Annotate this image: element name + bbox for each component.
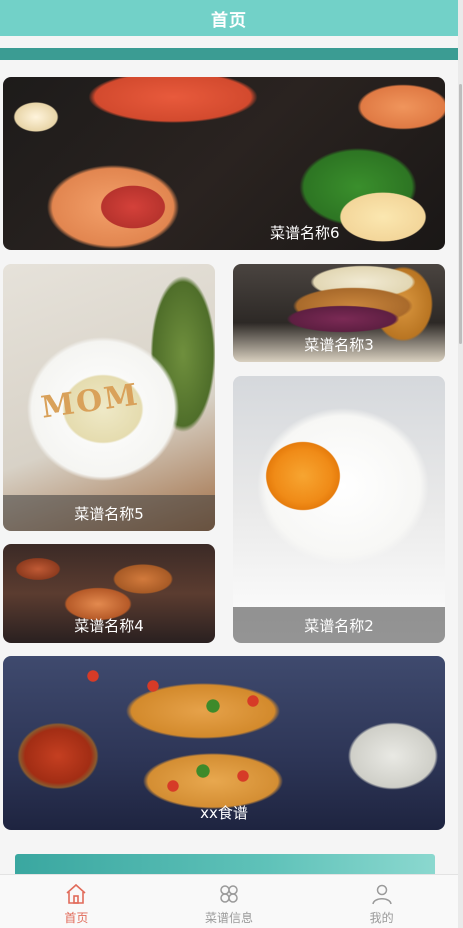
recipe-name: 菜谱名称6 xyxy=(270,223,340,242)
recipe-card-label: 菜谱名称4 xyxy=(3,607,215,643)
tab-label: 首页 xyxy=(64,911,89,925)
tab-recipe-info[interactable]: 菜谱信息 xyxy=(153,875,306,928)
recipe-name: xx食谱 xyxy=(200,803,248,822)
tab-label: 菜谱信息 xyxy=(205,911,254,925)
recipe-card-label: 菜谱名称2 xyxy=(233,607,445,643)
recipe-card-xx[interactable]: xx食谱 xyxy=(3,656,445,830)
recipe-card-label: 菜谱名称3 xyxy=(233,326,445,362)
home-icon xyxy=(66,883,86,904)
fried-egg-image xyxy=(233,376,445,643)
recipe-name: 菜谱名称4 xyxy=(74,616,144,635)
recipe-card-label: xx食谱 xyxy=(3,794,445,830)
user-icon xyxy=(371,884,392,905)
page-title: 首页 xyxy=(211,10,247,31)
header-band xyxy=(0,48,458,60)
recipe-card-3[interactable]: 菜谱名称3 xyxy=(233,264,445,362)
banner-peek xyxy=(15,854,435,876)
tab-mine[interactable]: 我的 xyxy=(305,875,458,928)
tab-home[interactable]: 首页 xyxy=(0,875,153,928)
recipe-name: 菜谱名称2 xyxy=(304,616,374,635)
recipe-name: 菜谱名称5 xyxy=(74,504,144,523)
grid-flower-icon xyxy=(220,885,238,903)
home-page: 首页 菜谱名称6 MOM 菜谱名称5 菜谱名称3 菜谱名称2 菜谱名称4 xx食… xyxy=(0,0,463,928)
tab-label: 我的 xyxy=(369,911,394,925)
recipe-card-2[interactable]: 菜谱名称2 xyxy=(233,376,445,643)
page-header: 首页 xyxy=(0,0,458,36)
recipe-card-4[interactable]: 菜谱名称4 xyxy=(3,544,215,643)
recipe-name: 菜谱名称3 xyxy=(304,335,374,354)
bottom-tabbar: 首页 菜谱信息 我的 xyxy=(0,874,458,928)
recipe-card-label: 菜谱名称6 xyxy=(270,214,445,250)
recipe-card-6[interactable]: 菜谱名称6 xyxy=(3,77,445,250)
recipe-card-label: 菜谱名称5 xyxy=(3,495,215,531)
scrollbar-thumb[interactable] xyxy=(459,84,462,344)
recipe-card-5[interactable]: MOM 菜谱名称5 xyxy=(3,264,215,531)
